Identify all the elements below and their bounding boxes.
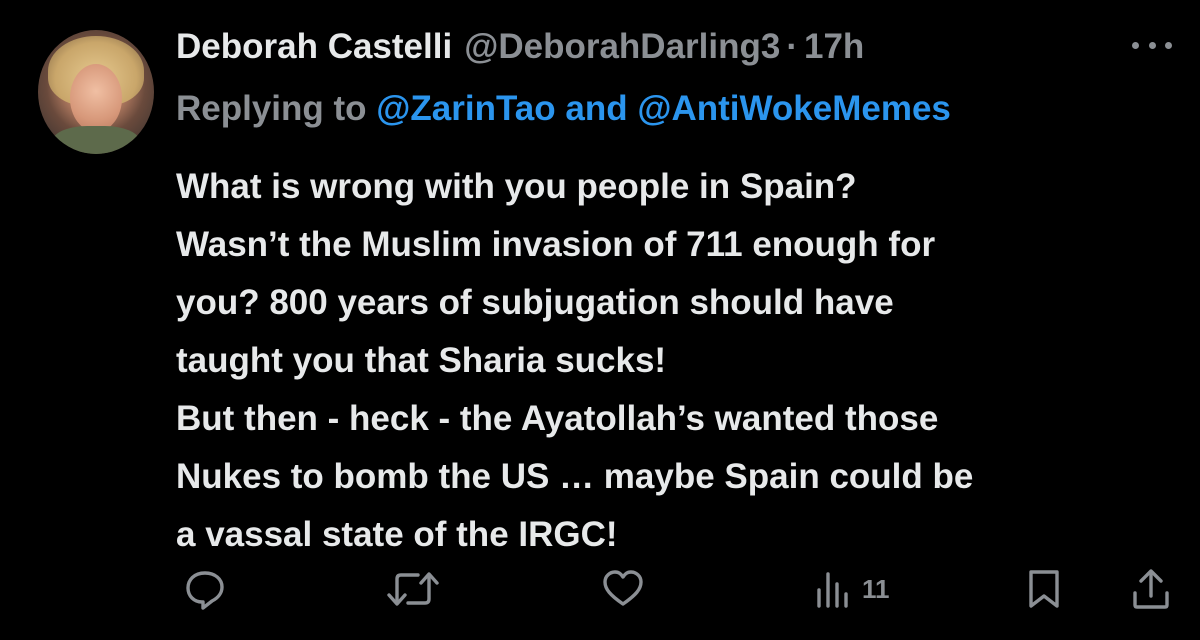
tweet-body-line: Wasn’t the Muslim invasion of 711 enough…	[176, 225, 936, 264]
retweet-button[interactable]	[386, 566, 440, 612]
mention-antiwokememes[interactable]: @AntiWokeMemes	[637, 89, 951, 128]
replying-to: Replying to @ZarinTao and @AntiWokeMemes	[176, 86, 951, 132]
more-dot	[1165, 41, 1172, 49]
tweet-header: Deborah Castelli @DeborahDarling3 · 17h	[176, 24, 864, 70]
author-name[interactable]: Deborah Castelli	[176, 24, 452, 70]
analytics-icon	[817, 572, 848, 608]
share-icon	[1133, 569, 1169, 609]
avatar[interactable]	[38, 30, 154, 154]
bookmark-icon	[1029, 570, 1059, 608]
replying-to-prefix: Replying to	[176, 89, 367, 128]
comment-icon	[186, 571, 224, 610]
retweet-icon	[387, 572, 439, 606]
share-button[interactable]	[1128, 566, 1174, 612]
tweet-body-line: a vassal state of the IRGC!	[176, 515, 618, 554]
avatar-face	[70, 64, 122, 132]
more-dot	[1132, 41, 1139, 49]
tweet: Deborah Castelli @DeborahDarling3 · 17h …	[0, 0, 1200, 640]
mention-zarintao[interactable]: @ZarinTao	[376, 89, 555, 128]
views-button[interactable]: 11	[814, 566, 890, 612]
tweet-body-line: What is wrong with you people in Spain?	[176, 167, 857, 206]
tweet-body-line: Nukes to bomb the US … maybe Spain could…	[176, 457, 974, 496]
avatar-shirt	[52, 126, 140, 154]
reply-button[interactable]	[182, 566, 228, 612]
bookmark-button[interactable]	[1024, 566, 1064, 612]
separator-dot: ·	[786, 27, 798, 66]
heart-icon	[603, 570, 643, 606]
views-count: 11	[862, 573, 890, 604]
tweet-body-line: taught you that Sharia sucks!	[176, 341, 667, 380]
more-options-icon[interactable]	[1132, 30, 1172, 60]
mention-and[interactable]: and	[565, 89, 627, 128]
tweet-body: What is wrong with you people in Spain? …	[176, 158, 1176, 564]
like-button[interactable]	[600, 566, 646, 612]
tweet-body-line: you? 800 years of subjugation should hav…	[176, 283, 894, 322]
author-handle[interactable]: @DeborahDarling3	[464, 24, 780, 70]
more-dot	[1148, 41, 1156, 49]
timestamp[interactable]: 17h	[804, 24, 864, 70]
tweet-body-line: But then - heck - the Ayatollah’s wanted…	[176, 399, 939, 438]
action-bar: 11	[0, 560, 1200, 620]
